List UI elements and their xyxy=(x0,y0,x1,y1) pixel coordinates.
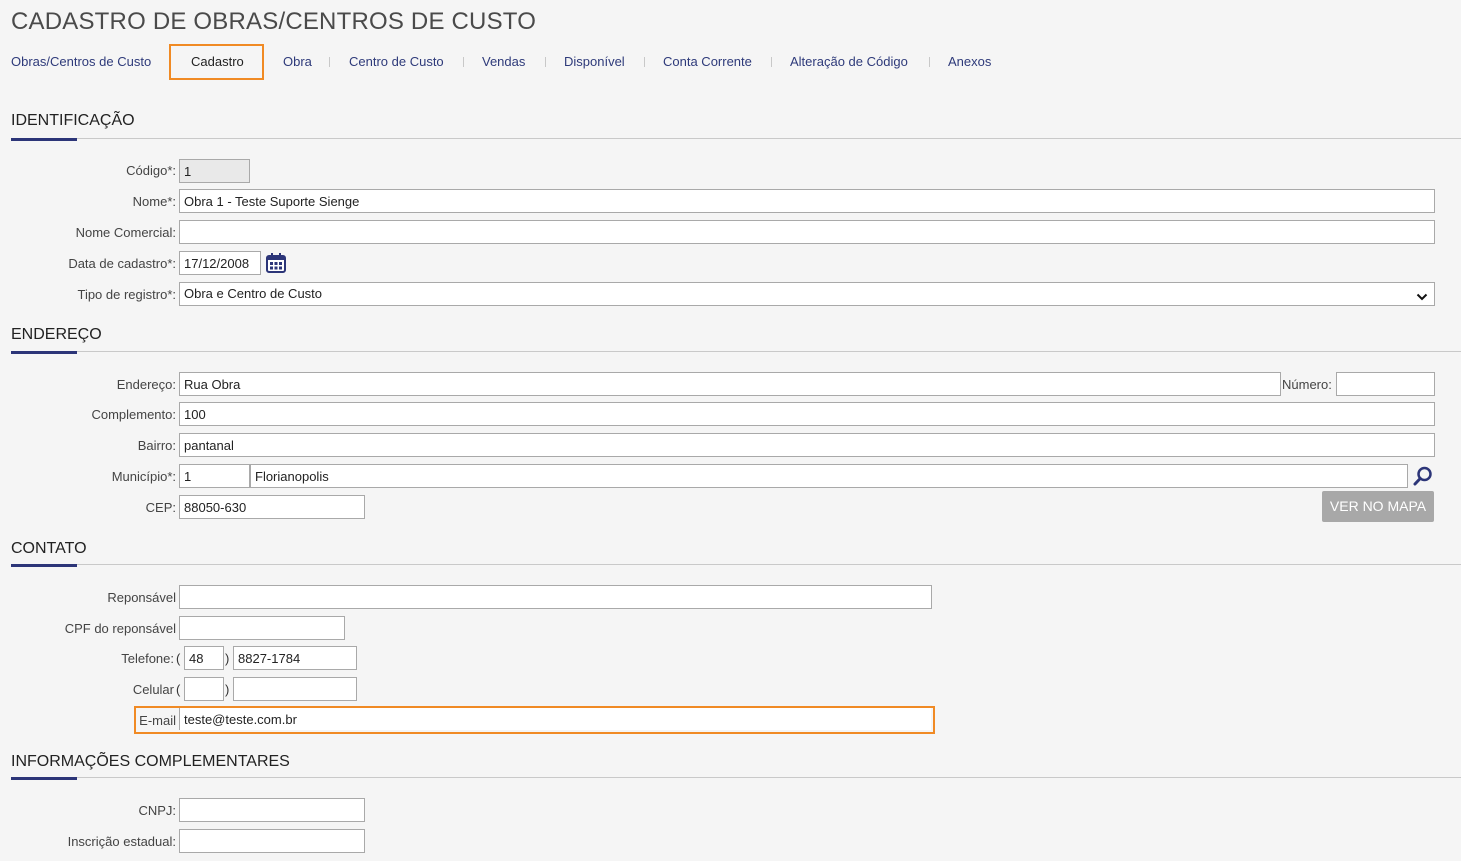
email-label: E-mail xyxy=(139,713,176,728)
inscricao-estadual-label: Inscrição estadual: xyxy=(67,834,176,849)
section-title-identificacao: IDENTIFICAÇÃO xyxy=(11,112,135,129)
section-accent-bar xyxy=(11,777,77,780)
tab-obras-centros-de-custo[interactable]: Obras/Centros de Custo xyxy=(11,44,151,80)
search-icon[interactable] xyxy=(1412,465,1434,487)
data-cadastro-label: Data de cadastro*: xyxy=(68,256,176,271)
numero-field[interactable] xyxy=(1336,372,1435,396)
tab-bar: Obras/Centros de Custo Cadastro Obra Cen… xyxy=(0,44,1100,80)
tab-vendas[interactable]: Vendas xyxy=(482,44,525,80)
tab-divider xyxy=(463,57,464,67)
cpf-responsavel-field[interactable] xyxy=(179,616,345,640)
paren-close: ) xyxy=(225,682,230,697)
tipo-registro-value: Obra e Centro de Custo xyxy=(184,286,323,301)
view-map-button[interactable]: VER NO MAPA xyxy=(1322,491,1434,522)
email-field[interactable] xyxy=(179,708,931,730)
section-title-informacoes-complementares: INFORMAÇÕES COMPLEMENTARES xyxy=(11,753,290,770)
tipo-registro-label: Tipo de registro*: xyxy=(77,287,176,302)
section-divider xyxy=(11,777,1461,778)
active-tab-highlight xyxy=(169,44,264,80)
tab-divider xyxy=(644,57,645,67)
cpf-responsavel-label: CPF do reponsável xyxy=(64,621,176,636)
tab-divider xyxy=(929,57,930,67)
responsavel-field[interactable] xyxy=(179,585,932,609)
telefone-numero-field[interactable] xyxy=(233,646,357,670)
numero-label: Número: xyxy=(1282,377,1332,392)
cep-field[interactable] xyxy=(179,495,365,519)
municipio-name-field[interactable] xyxy=(250,464,1408,488)
nome-field[interactable] xyxy=(179,189,1435,213)
paren-open: ( xyxy=(176,651,181,666)
complemento-field[interactable] xyxy=(179,402,1435,426)
telefone-label: Telefone: xyxy=(121,651,174,666)
section-divider xyxy=(11,138,1461,139)
bairro-label: Bairro: xyxy=(137,438,176,453)
section-title-contato: CONTATO xyxy=(11,540,87,557)
tab-centro-de-custo[interactable]: Centro de Custo xyxy=(349,44,444,80)
codigo-field[interactable] xyxy=(179,159,250,183)
celular-ddd-field[interactable] xyxy=(184,677,224,701)
inscricao-estadual-field[interactable] xyxy=(179,829,365,853)
municipio-code-field[interactable] xyxy=(179,464,250,488)
tab-conta-corrente[interactable]: Conta Corrente xyxy=(663,44,752,80)
celular-label: Celular xyxy=(132,682,174,697)
tipo-registro-select[interactable]: Obra e Centro de Custo xyxy=(179,282,1435,306)
data-cadastro-field[interactable] xyxy=(179,251,261,275)
nome-comercial-field[interactable] xyxy=(179,220,1435,244)
section-divider xyxy=(11,564,1461,565)
chevron-down-icon xyxy=(1416,288,1428,301)
tab-disponivel[interactable]: Disponível xyxy=(564,44,625,80)
cnpj-label: CNPJ: xyxy=(138,803,176,818)
section-title-endereco: ENDEREÇO xyxy=(11,326,102,343)
celular-numero-field[interactable] xyxy=(233,677,357,701)
section-accent-bar xyxy=(11,564,77,567)
section-divider xyxy=(11,351,1461,352)
responsavel-label: Reponsável xyxy=(107,590,176,605)
section-accent-bar xyxy=(11,138,77,141)
paren-open: ( xyxy=(176,682,181,697)
tab-anexos[interactable]: Anexos xyxy=(948,44,991,80)
cep-label: CEP: xyxy=(145,500,176,515)
tab-divider xyxy=(771,57,772,67)
tab-obra[interactable]: Obra xyxy=(283,44,312,80)
telefone-ddd-field[interactable] xyxy=(184,646,224,670)
endereco-label: Endereço: xyxy=(116,377,176,392)
municipio-label: Município*: xyxy=(111,469,176,484)
complemento-label: Complemento: xyxy=(91,407,176,422)
section-accent-bar xyxy=(11,351,77,354)
tab-divider xyxy=(329,57,330,67)
nome-comercial-label: Nome Comercial: xyxy=(75,225,176,240)
cnpj-field[interactable] xyxy=(179,798,365,822)
bairro-field[interactable] xyxy=(179,433,1435,457)
endereco-field[interactable] xyxy=(179,372,1281,396)
calendar-icon[interactable] xyxy=(265,252,287,274)
codigo-label: Código*: xyxy=(126,163,176,178)
tab-divider xyxy=(545,57,546,67)
nome-label: Nome*: xyxy=(132,194,176,209)
tab-alteracao-de-codigo[interactable]: Alteração de Código xyxy=(790,44,908,80)
page-title: CADASTRO DE OBRAS/CENTROS DE CUSTO xyxy=(11,8,537,35)
paren-close: ) xyxy=(225,651,230,666)
